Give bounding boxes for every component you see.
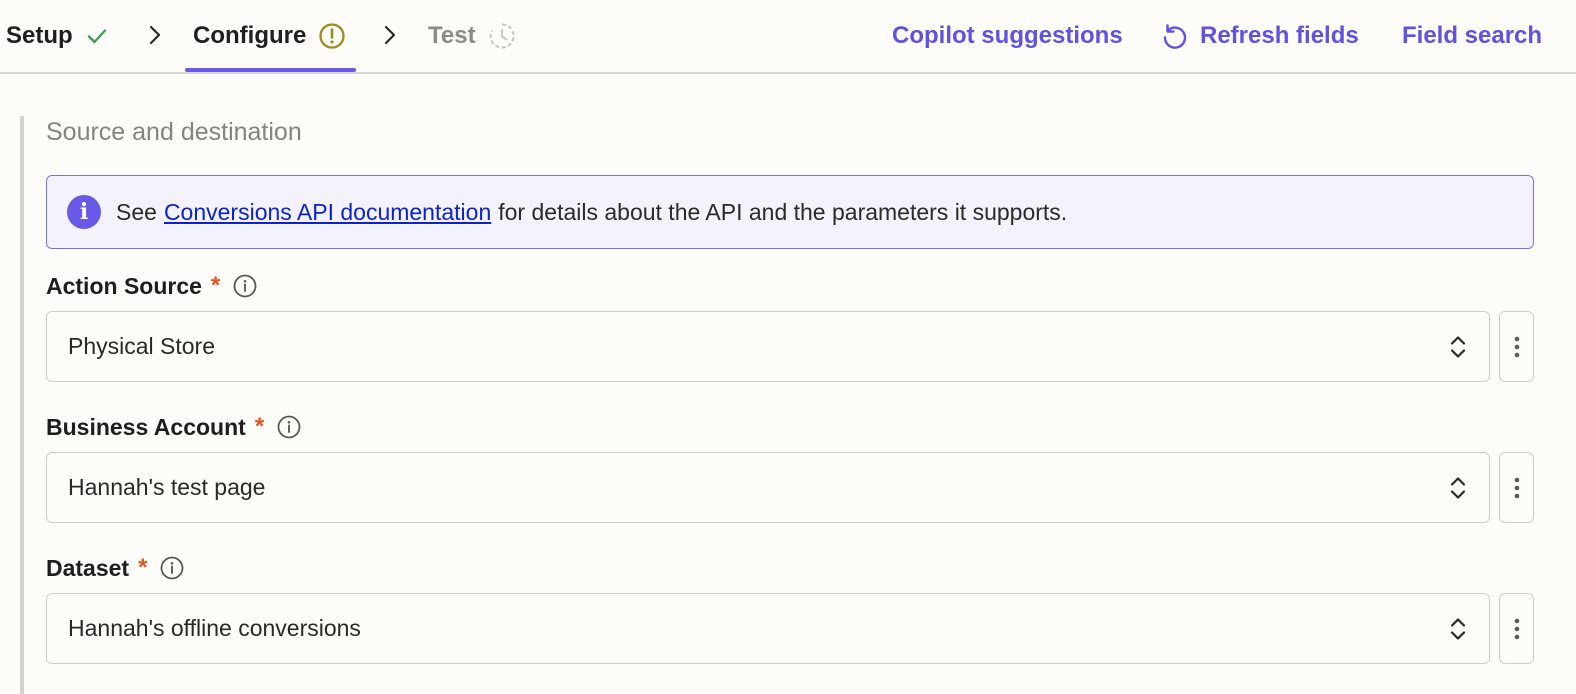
warning-circle-icon [319,23,345,49]
action-source-value: Physical Store [68,333,216,359]
field-label-action-source: Action Source * [46,272,258,300]
info-outline-icon[interactable] [159,555,185,581]
step-configure[interactable]: Configure [193,0,346,72]
updown-chevron-icon [1450,477,1466,499]
step-test[interactable]: Test [428,0,516,72]
chevron-right-icon [149,25,161,45]
field-search-button[interactable]: Field search [1402,0,1542,72]
pending-clock-icon [489,23,515,49]
refresh-icon [1163,24,1187,49]
field-label-text: Dataset [46,554,130,581]
info-prefix: See [116,198,157,225]
required-mark: * [254,413,265,440]
copilot-suggestions-label: Copilot suggestions [892,22,1123,49]
step-test-label: Test [428,22,476,49]
step-header: Setup Configure Test Copilot suggestions [0,0,1576,74]
field-search-label: Field search [1402,22,1543,49]
check-icon [87,29,106,44]
step-setup[interactable]: Setup [6,0,109,72]
section-title: Source and destination [46,118,302,146]
section-rule [20,116,24,694]
field-label-business-account: Business Account * [46,413,302,441]
required-mark: * [138,554,148,581]
dataset-select[interactable]: Hannah's offline conversions [46,593,1490,664]
info-icon: i [67,195,101,229]
chevron-right-icon [384,25,396,45]
info-suffix: for details about the API and the parame… [498,198,1068,225]
info-outline-icon[interactable] [232,273,258,299]
updown-chevron-icon [1450,618,1466,640]
dataset-value: Hannah's offline conversions [68,615,361,641]
step-setup-label: Setup [6,22,73,49]
refresh-fields-label: Refresh fields [1200,22,1359,49]
info-banner: i See Conversions API documentation for … [46,175,1534,249]
business-account-value: Hannah's test page [68,474,266,500]
copilot-suggestions-button[interactable]: Copilot suggestions [892,0,1123,72]
required-mark: * [210,272,221,299]
field-label-text: Business Account [46,413,246,440]
info-outline-icon[interactable] [276,414,302,440]
updown-chevron-icon [1450,336,1466,358]
kebab-menu-icon [1514,618,1519,639]
kebab-menu-icon [1514,477,1519,498]
kebab-menu-icon [1514,336,1519,357]
business-account-more-button[interactable] [1499,452,1534,523]
dataset-more-button[interactable] [1499,593,1534,664]
business-account-select[interactable]: Hannah's test page [46,452,1490,523]
action-source-select[interactable]: Physical Store [46,311,1490,382]
step-configure-label: Configure [193,22,307,49]
active-step-indicator [185,68,356,72]
field-label-text: Action Source [46,272,202,299]
conversions-api-doc-link[interactable]: Conversions API documentation [164,199,491,226]
refresh-fields-button[interactable]: Refresh fields [1160,0,1359,72]
field-label-dataset: Dataset * [46,554,185,582]
action-source-more-button[interactable] [1499,311,1534,382]
